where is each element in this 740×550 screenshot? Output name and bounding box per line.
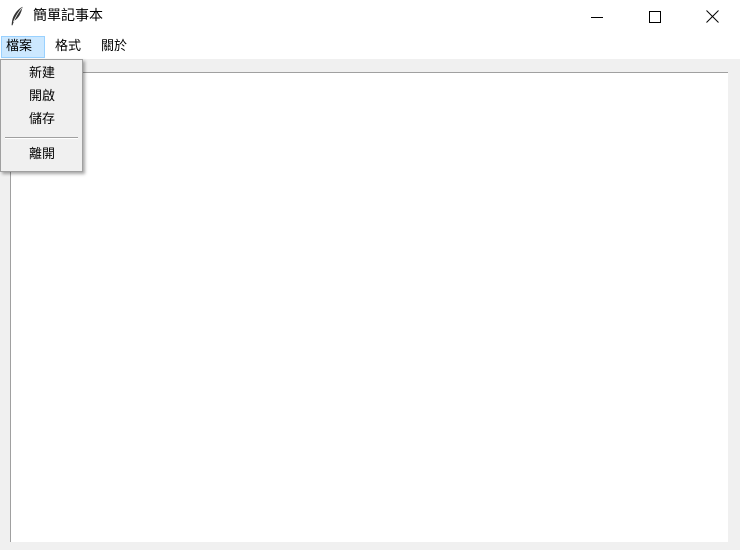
menu-item-exit[interactable]: 離開 — [3, 144, 80, 166]
menu-file[interactable]: 檔案 — [1, 36, 45, 58]
menu-about[interactable]: 關於 — [98, 36, 130, 58]
maximize-button[interactable] — [626, 0, 684, 33]
close-button[interactable] — [683, 0, 740, 33]
menu-item-open[interactable]: 開啟 — [3, 86, 80, 108]
feather-icon — [10, 6, 24, 26]
close-icon — [705, 10, 719, 23]
menu-item-new[interactable]: 新建 — [3, 63, 80, 85]
menu-bar: 檔案 格式 關於 — [0, 33, 740, 59]
menu-format[interactable]: 格式 — [52, 36, 84, 58]
minimize-icon — [591, 11, 603, 23]
minimize-button[interactable] — [568, 0, 626, 33]
window-title: 簡單記事本 — [33, 8, 103, 24]
title-bar[interactable]: 簡單記事本 — [0, 0, 740, 33]
file-menu-dropdown: 新建 開啟 儲存 離開 — [0, 59, 83, 172]
editor-text-area[interactable] — [10, 72, 728, 542]
menu-item-save[interactable]: 儲存 — [3, 109, 80, 131]
app-window: 簡單記事本 檔案 格式 關於 新建 開啟 儲存 離開 — [0, 0, 740, 550]
maximize-icon — [649, 10, 661, 23]
menu-separator — [5, 137, 78, 139]
